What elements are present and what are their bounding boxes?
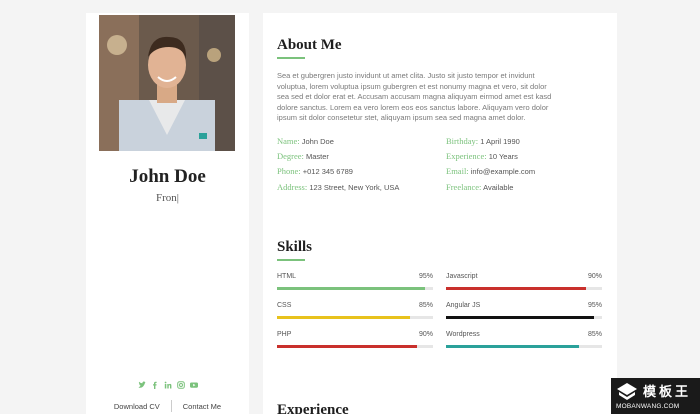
skill-name: PHP: [277, 331, 292, 338]
profile-card: John Doe Fron| Download CV Contact Me: [86, 13, 249, 414]
bio-line: sea sed et dolor erat et. Accusam accusa…: [277, 92, 552, 102]
contact-me-link[interactable]: Contact Me: [172, 402, 232, 412]
info-label: Address:: [277, 182, 308, 192]
info-freelance: Freelance: Available: [446, 182, 513, 192]
profile-role: Fron|: [86, 192, 249, 204]
info-value: John Doe: [301, 137, 334, 146]
info-label: Birthday:: [446, 136, 479, 146]
info-value: info@example.com: [470, 167, 536, 176]
skill-bar-track: [277, 287, 433, 290]
skill-percent: 90%: [418, 331, 433, 338]
twitter-icon[interactable]: [138, 376, 146, 388]
typing-caret: |: [176, 192, 179, 204]
info-label: Name:: [277, 136, 300, 146]
skill-bar-fill: [277, 345, 418, 348]
watermark-badge: 模板王 MOBANWANG.COM: [611, 378, 700, 414]
skill-name: Wordpress: [446, 331, 480, 338]
about-title: About Me: [277, 37, 342, 53]
info-birthday: Birthday: 1 April 1990: [446, 136, 520, 146]
about-title-underline: [277, 57, 305, 59]
bio-line: ipsum sit dolor consetetur stet, aliquya…: [277, 113, 526, 123]
skill-name: HTML: [277, 273, 297, 280]
skill-name: Angular JS: [446, 302, 481, 309]
info-label: Phone:: [277, 166, 301, 176]
watermark-text-cn: 模板王: [643, 385, 692, 400]
info-phone: Phone: +012 345 6789: [277, 166, 353, 176]
info-value: +012 345 6789: [302, 167, 353, 176]
skill-bar-fill: [277, 287, 426, 290]
skill-name: Javascript: [446, 273, 478, 280]
profile-links: Download CV Contact Me: [86, 400, 249, 412]
info-label: Freelance:: [446, 182, 482, 192]
youtube-icon[interactable]: [189, 376, 198, 388]
info-value: Master: [306, 152, 329, 161]
info-value: Available: [483, 183, 514, 192]
skill-bar-track: [446, 316, 602, 319]
info-name: Name: John Doe: [277, 136, 334, 146]
watermark-logo-icon: [617, 383, 637, 400]
about-bio: Sea et gubergren justo invidunt ut amet …: [277, 71, 603, 124]
skill-bar-track: [446, 345, 602, 348]
skill-percent: 95%: [587, 302, 602, 309]
skill-name: CSS: [277, 302, 292, 309]
download-cv-link[interactable]: Download CV: [103, 402, 171, 412]
facebook-icon[interactable]: [151, 376, 159, 389]
skill-bar-fill: [446, 345, 579, 348]
info-address: Address: 123 Street, New York, USA: [277, 182, 399, 192]
info-label: Email:: [446, 166, 469, 176]
resume-content: About Me Sea et gubergren justo invidunt…: [263, 13, 617, 414]
info-value: 123 Street, New York, USA: [309, 183, 400, 192]
skill-percent: 85%: [587, 331, 602, 338]
bio-line: Sea et gubergren justo invidunt ut amet …: [277, 71, 535, 80]
info-label: Degree:: [277, 151, 304, 161]
linkedin-icon[interactable]: [164, 376, 172, 389]
skill-percent: 85%: [418, 302, 433, 309]
skill-bar-fill: [446, 316, 595, 319]
skill-bar-track: [277, 316, 433, 319]
watermark-text-en: MOBANWANG.COM: [616, 403, 680, 410]
info-value: 10 Years: [488, 152, 518, 161]
skill-bar-fill: [446, 287, 587, 290]
role-text: Fron: [156, 192, 177, 204]
profile-photo: [99, 15, 235, 151]
skill-bar-track: [446, 287, 602, 290]
bio-line: dolore sanctus. Lorem ea vero lorem eos …: [277, 102, 549, 112]
skill-bar-track: [277, 345, 433, 348]
info-value: 1 April 1990: [480, 137, 520, 146]
skill-percent: 95%: [418, 273, 433, 280]
profile-name: John Doe: [129, 166, 206, 187]
bio-line: voluptua, lorem voluptua ipsum gubergren…: [277, 81, 547, 91]
skills-title-underline: [277, 259, 305, 261]
info-experience: Experience: 10 Years: [446, 151, 518, 161]
info-label: Experience:: [446, 151, 487, 161]
skill-bar-fill: [277, 316, 410, 319]
social-links: [86, 376, 249, 389]
skills-title: Skills: [277, 239, 313, 255]
experience-title: Experience: [277, 402, 349, 414]
skill-percent: 90%: [587, 273, 602, 280]
info-email: Email: info@example.com: [446, 166, 535, 176]
instagram-icon[interactable]: [176, 376, 185, 389]
info-degree: Degree: Master: [277, 151, 329, 161]
